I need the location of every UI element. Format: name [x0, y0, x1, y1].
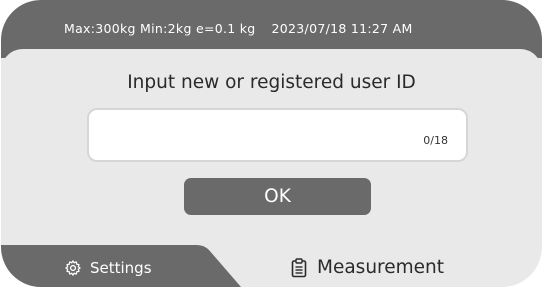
character-counter: 0/18	[423, 134, 448, 147]
settings-label: Settings	[90, 259, 152, 277]
user-id-input[interactable]: 0/18	[87, 108, 468, 162]
bottom-nav: Settings Measurement	[1, 245, 542, 287]
gear-icon	[65, 260, 81, 276]
ok-button[interactable]: OK	[184, 178, 371, 215]
tab-measurement[interactable]: Measurement	[291, 257, 444, 278]
datetime: 2023/07/18 11:27 AM	[271, 21, 413, 36]
status-text: Max:300kg Min:2kg e=0.1 kg 2023/07/18 11:…	[64, 21, 413, 36]
tab-settings[interactable]: Settings	[1, 245, 241, 287]
user-id-prompt: Input new or registered user ID	[127, 72, 416, 93]
scale-spec: Max:300kg Min:2kg e=0.1 kg	[64, 21, 256, 36]
settings-tab-content: Settings	[64, 259, 152, 277]
measurement-label: Measurement	[317, 257, 445, 278]
clipboard-icon	[291, 257, 307, 277]
device-screen: Max:300kg Min:2kg e=0.1 kg 2023/07/18 11:…	[1, 0, 542, 287]
